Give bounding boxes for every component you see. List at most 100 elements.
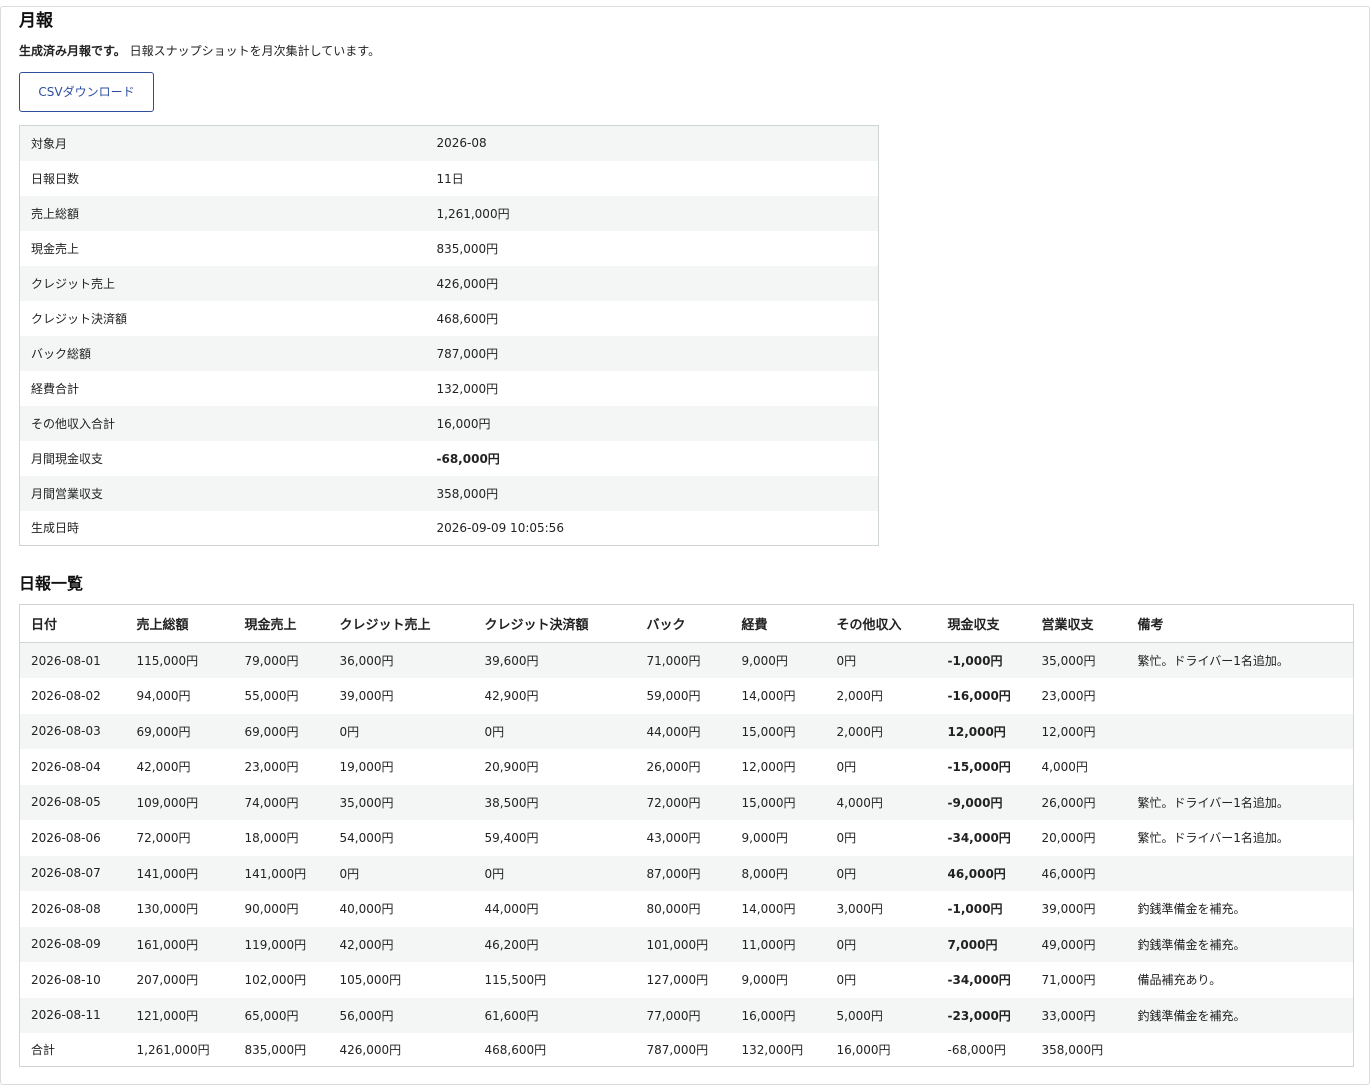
summary-row-report-days: 日報日数 11日 xyxy=(19,160,879,196)
cell-date: 2026-08-02 xyxy=(19,678,126,714)
table-row: 2026-08-05 109,000円 74,000円 35,000円 38,500円 7… xyxy=(19,784,1354,820)
cell-credit-sales: 36,000円 xyxy=(328,642,474,678)
summary-row-monthly-operating-balance: 月間営業収支 358,000円 xyxy=(19,475,879,511)
summary-value: -68,000円 xyxy=(425,440,879,476)
cell-note xyxy=(1126,713,1354,749)
cell-back: 87,000円 xyxy=(635,855,731,891)
cell-cash-balance: 46,000円 xyxy=(936,855,1031,891)
column-header-note: 備考 xyxy=(1126,604,1354,643)
summary-label: 日報日数 xyxy=(19,160,426,196)
cell-note xyxy=(1126,678,1354,714)
cell-note xyxy=(1126,749,1354,785)
table-row: 2026-08-06 72,000円 18,000円 54,000円 59,400円 43… xyxy=(19,820,1354,856)
cell-date: 2026-08-01 xyxy=(19,642,126,678)
cell-other-income: 0円 xyxy=(825,855,937,891)
summary-value: 16,000円 xyxy=(425,405,879,441)
summary-value: 132,000円 xyxy=(425,370,879,406)
cell-other-income: 0円 xyxy=(825,642,937,678)
cell-cash-balance: 7,000円 xyxy=(936,926,1031,962)
table-row: 2026-08-04 42,000円 23,000円 19,000円 20,900円 26… xyxy=(19,749,1354,785)
cell-cash-sales: 141,000円 xyxy=(233,855,329,891)
cell-operating-balance: 20,000円 xyxy=(1030,820,1127,856)
cell-other-income: 0円 xyxy=(825,962,937,998)
cell-other-income: 2,000円 xyxy=(825,713,937,749)
column-header-credit-settlement: クレジット決済額 xyxy=(473,604,636,643)
cell-expense: 14,000円 xyxy=(730,678,826,714)
table-row: 2026-08-02 94,000円 55,000円 39,000円 42,900円 59… xyxy=(19,678,1354,714)
total-cell-date: 合計 xyxy=(19,1033,126,1066)
summary-table: 対象月 2026-08 日報日数 11日 売上総額 1,261,000円 現金売… xyxy=(19,125,879,546)
cell-cash-sales: 90,000円 xyxy=(233,891,329,927)
table-row: 2026-08-10 207,000円 102,000円 105,000円 115,50… xyxy=(19,962,1354,998)
summary-label: 売上総額 xyxy=(19,195,426,231)
cell-operating-balance: 26,000円 xyxy=(1030,784,1127,820)
daily-total-row: 合計 1,261,000円 835,000円 426,000円 468,600円 787,… xyxy=(19,1033,1354,1066)
cell-date: 2026-08-07 xyxy=(19,855,126,891)
cell-cash-sales: 102,000円 xyxy=(233,962,329,998)
table-row: 2026-08-11 121,000円 65,000円 56,000円 61,600円 7… xyxy=(19,997,1354,1033)
cell-credit-sales: 105,000円 xyxy=(328,962,474,998)
summary-label: 生成日時 xyxy=(19,510,426,546)
csv-download-button[interactable]: CSVダウンロード xyxy=(19,72,154,112)
cell-back: 80,000円 xyxy=(635,891,731,927)
cell-date: 2026-08-09 xyxy=(19,926,126,962)
summary-row-back-total: バック総額 787,000円 xyxy=(19,335,879,371)
cell-cash-sales: 23,000円 xyxy=(233,749,329,785)
column-header-total-sales: 売上総額 xyxy=(125,604,234,643)
cell-cash-balance: 12,000円 xyxy=(936,713,1031,749)
cell-credit-sales: 0円 xyxy=(328,855,474,891)
cell-back: 71,000円 xyxy=(635,642,731,678)
cell-expense: 11,000円 xyxy=(730,926,826,962)
cell-total-sales: 42,000円 xyxy=(125,749,234,785)
cell-total-sales: 109,000円 xyxy=(125,784,234,820)
cell-operating-balance: 39,000円 xyxy=(1030,891,1127,927)
cell-other-income: 0円 xyxy=(825,820,937,856)
cell-back: 59,000円 xyxy=(635,678,731,714)
cell-date: 2026-08-11 xyxy=(19,997,126,1033)
cell-operating-balance: 33,000円 xyxy=(1030,997,1127,1033)
cell-date: 2026-08-06 xyxy=(19,820,126,856)
cell-other-income: 5,000円 xyxy=(825,997,937,1033)
cell-cash-balance: -9,000円 xyxy=(936,784,1031,820)
summary-value: 2026-08 xyxy=(425,125,879,161)
total-cell-cash-balance: -68,000円 xyxy=(936,1033,1031,1066)
cell-credit-sales: 40,000円 xyxy=(328,891,474,927)
cell-credit-settlement: 44,000円 xyxy=(473,891,636,927)
cell-note: 繁忙。ドライバー1名追加。 xyxy=(1126,642,1354,678)
cell-expense: 9,000円 xyxy=(730,642,826,678)
cell-other-income: 3,000円 xyxy=(825,891,937,927)
cell-date: 2026-08-04 xyxy=(19,749,126,785)
cell-other-income: 0円 xyxy=(825,926,937,962)
cell-credit-sales: 54,000円 xyxy=(328,820,474,856)
cell-back: 43,000円 xyxy=(635,820,731,856)
summary-value: 835,000円 xyxy=(425,230,879,266)
summary-value: 426,000円 xyxy=(425,265,879,301)
cell-other-income: 0円 xyxy=(825,749,937,785)
cell-operating-balance: 23,000円 xyxy=(1030,678,1127,714)
cell-total-sales: 161,000円 xyxy=(125,926,234,962)
cell-back: 26,000円 xyxy=(635,749,731,785)
column-header-cash-balance: 現金収支 xyxy=(936,604,1031,643)
column-header-credit-sales: クレジット売上 xyxy=(328,604,474,643)
summary-value: 2026-09-09 10:05:56 xyxy=(425,510,879,546)
cell-note: 釣銭準備金を補充。 xyxy=(1126,926,1354,962)
summary-row-target-month: 対象月 2026-08 xyxy=(19,125,879,161)
cell-cash-sales: 74,000円 xyxy=(233,784,329,820)
cell-credit-settlement: 0円 xyxy=(473,713,636,749)
total-cell-expense: 132,000円 xyxy=(730,1033,826,1066)
cell-total-sales: 72,000円 xyxy=(125,820,234,856)
total-cell-other-income: 16,000円 xyxy=(825,1033,937,1066)
summary-row-credit-sales: クレジット売上 426,000円 xyxy=(19,265,879,301)
cell-expense: 9,000円 xyxy=(730,962,826,998)
cell-cash-sales: 55,000円 xyxy=(233,678,329,714)
cell-operating-balance: 71,000円 xyxy=(1030,962,1127,998)
summary-label: クレジット売上 xyxy=(19,265,426,301)
cell-cash-sales: 65,000円 xyxy=(233,997,329,1033)
summary-label: その他収入合計 xyxy=(19,405,426,441)
summary-row-cash-sales: 現金売上 835,000円 xyxy=(19,230,879,266)
cell-other-income: 2,000円 xyxy=(825,678,937,714)
cell-cash-balance: -23,000円 xyxy=(936,997,1031,1033)
summary-label: 経費合計 xyxy=(19,370,426,406)
cell-credit-settlement: 46,200円 xyxy=(473,926,636,962)
cell-note: 繁忙。ドライバー1名追加。 xyxy=(1126,784,1354,820)
